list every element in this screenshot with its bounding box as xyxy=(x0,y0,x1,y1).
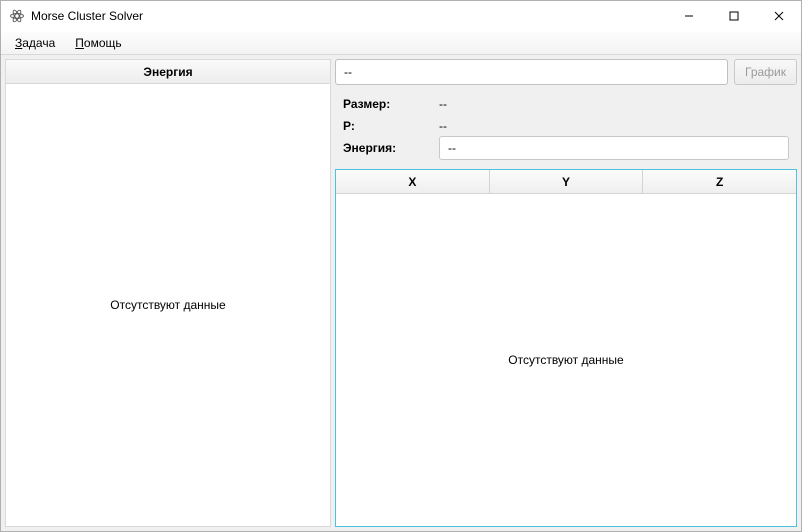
window-controls xyxy=(666,1,801,31)
info-row-size: Размер: -- xyxy=(343,93,789,115)
maximize-button[interactable] xyxy=(711,1,756,31)
value-p: -- xyxy=(439,119,789,133)
plot-button[interactable]: График xyxy=(734,59,797,85)
info-block: Размер: -- Р: -- Энергия: xyxy=(335,89,797,165)
energy-empty-text: Отсутствуют данные xyxy=(110,298,225,312)
label-p: Р: xyxy=(343,119,439,133)
coordinate-table-header: X Y Z xyxy=(336,170,796,194)
client-area: Энергия Отсутствуют данные График Размер… xyxy=(1,55,801,531)
col-z[interactable]: Z xyxy=(643,170,796,193)
close-button[interactable] xyxy=(756,1,801,31)
coordinate-table-body: Отсутствуют данные xyxy=(336,194,796,526)
menu-task[interactable]: Задача xyxy=(5,31,65,54)
main-value-field[interactable] xyxy=(335,59,728,85)
window-title: Morse Cluster Solver xyxy=(31,9,666,23)
coordinate-table: X Y Z Отсутствуют данные xyxy=(335,169,797,527)
app-window: Morse Cluster Solver Задача Помощь Энерг… xyxy=(0,0,802,532)
info-row-energy: Энергия: xyxy=(343,137,789,159)
energy-panel: Энергия Отсутствуют данные xyxy=(5,59,331,527)
coordinate-empty-text: Отсутствуют данные xyxy=(508,353,623,367)
value-size: -- xyxy=(439,97,789,111)
info-row-p: Р: -- xyxy=(343,115,789,137)
label-energy: Энергия: xyxy=(343,141,439,155)
label-size: Размер: xyxy=(343,97,439,111)
col-x[interactable]: X xyxy=(336,170,490,193)
energy-panel-body: Отсутствуют данные xyxy=(6,84,330,526)
details-panel: График Размер: -- Р: -- Энергия: X xyxy=(335,59,797,527)
menu-help[interactable]: Помощь xyxy=(65,31,131,54)
menu-bar: Задача Помощь xyxy=(1,31,801,55)
energy-panel-header: Энергия xyxy=(6,60,330,84)
minimize-button[interactable] xyxy=(666,1,711,31)
title-bar: Morse Cluster Solver xyxy=(1,1,801,31)
top-row: График xyxy=(335,59,797,85)
energy-value-field[interactable] xyxy=(439,136,789,160)
col-y[interactable]: Y xyxy=(490,170,644,193)
app-icon xyxy=(9,8,25,24)
